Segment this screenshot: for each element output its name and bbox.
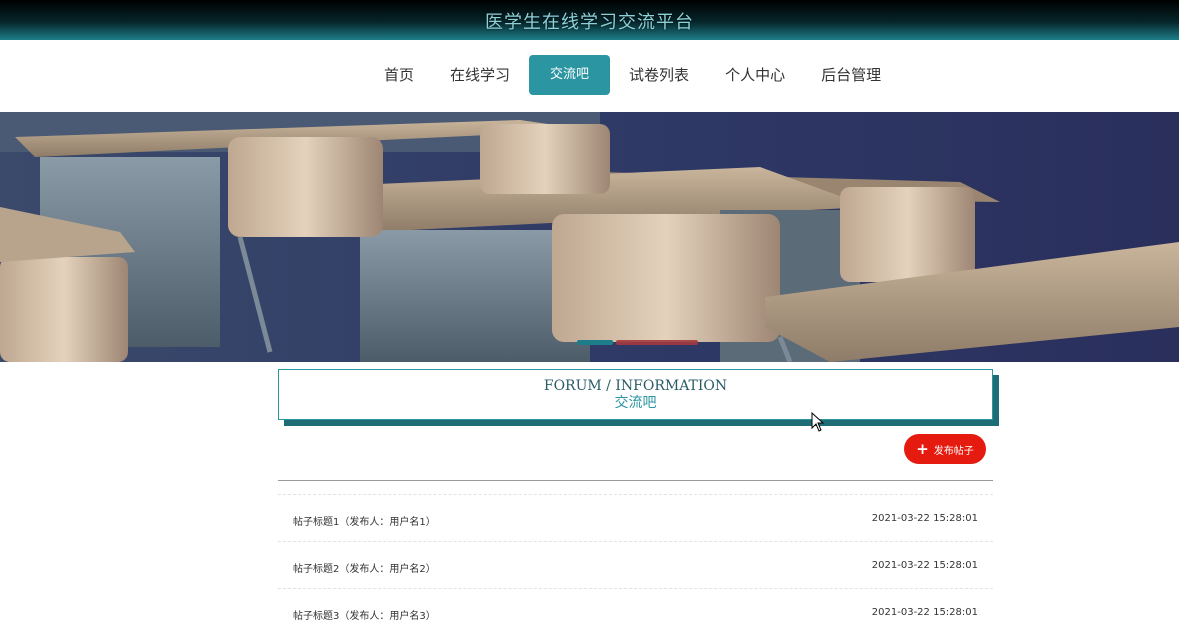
post-row[interactable]: 帖子标题3（发布人：用户名3） 2021-03-22 15:28:01 xyxy=(278,588,993,635)
post-title[interactable]: 帖子标题1（发布人：用户名1） xyxy=(293,513,436,528)
nav-item-online-learning[interactable]: 在线学习 xyxy=(433,55,527,95)
section-heading: FORUM / INFORMATION 交流吧 xyxy=(278,369,993,420)
post-time: 2021-03-22 15:28:01 xyxy=(871,560,978,571)
section-title-cn: 交流吧 xyxy=(614,395,657,411)
banner-carousel[interactable] xyxy=(0,112,1179,362)
banner-image xyxy=(0,112,1179,362)
post-time: 2021-03-22 15:28:01 xyxy=(871,607,978,618)
plus-icon: + xyxy=(916,439,929,458)
nav-item-personal-center[interactable]: 个人中心 xyxy=(708,55,802,95)
post-row[interactable]: 帖子标题1（发布人：用户名1） 2021-03-22 15:28:01 xyxy=(278,494,993,541)
new-post-label: 发布帖子 xyxy=(933,445,974,457)
post-title[interactable]: 帖子标题2（发布人：用户名2） xyxy=(293,560,436,575)
carousel-indicators xyxy=(577,340,699,345)
site-title: 医学生在线学习交流平台 xyxy=(485,12,694,33)
nav-list: 首页 在线学习 交流吧 试卷列表 个人中心 后台管理 xyxy=(366,55,899,95)
top-header: 医学生在线学习交流平台 xyxy=(0,0,1179,40)
post-list: 帖子标题1（发布人：用户名1） 2021-03-22 15:28:01 帖子标题… xyxy=(278,494,993,635)
post-title[interactable]: 帖子标题3（发布人：用户名3） xyxy=(293,607,436,622)
section-title-en: FORUM / INFORMATION xyxy=(543,378,728,394)
nav-item-exam-list[interactable]: 试卷列表 xyxy=(612,55,706,95)
nav-item-admin[interactable]: 后台管理 xyxy=(804,55,898,95)
main-nav: 首页 在线学习 交流吧 试卷列表 个人中心 后台管理 xyxy=(0,40,1179,112)
carousel-dot-1[interactable] xyxy=(577,340,613,345)
post-row[interactable]: 帖子标题2（发布人：用户名2） 2021-03-22 15:28:01 xyxy=(278,541,993,588)
carousel-dot-2[interactable] xyxy=(616,340,698,345)
list-divider xyxy=(278,480,993,481)
mouse-cursor-icon xyxy=(811,412,825,432)
new-post-button[interactable]: + 发布帖子 xyxy=(904,434,986,464)
post-time: 2021-03-22 15:28:01 xyxy=(871,513,978,524)
nav-item-home[interactable]: 首页 xyxy=(367,55,431,95)
nav-item-forum[interactable]: 交流吧 xyxy=(529,55,611,95)
